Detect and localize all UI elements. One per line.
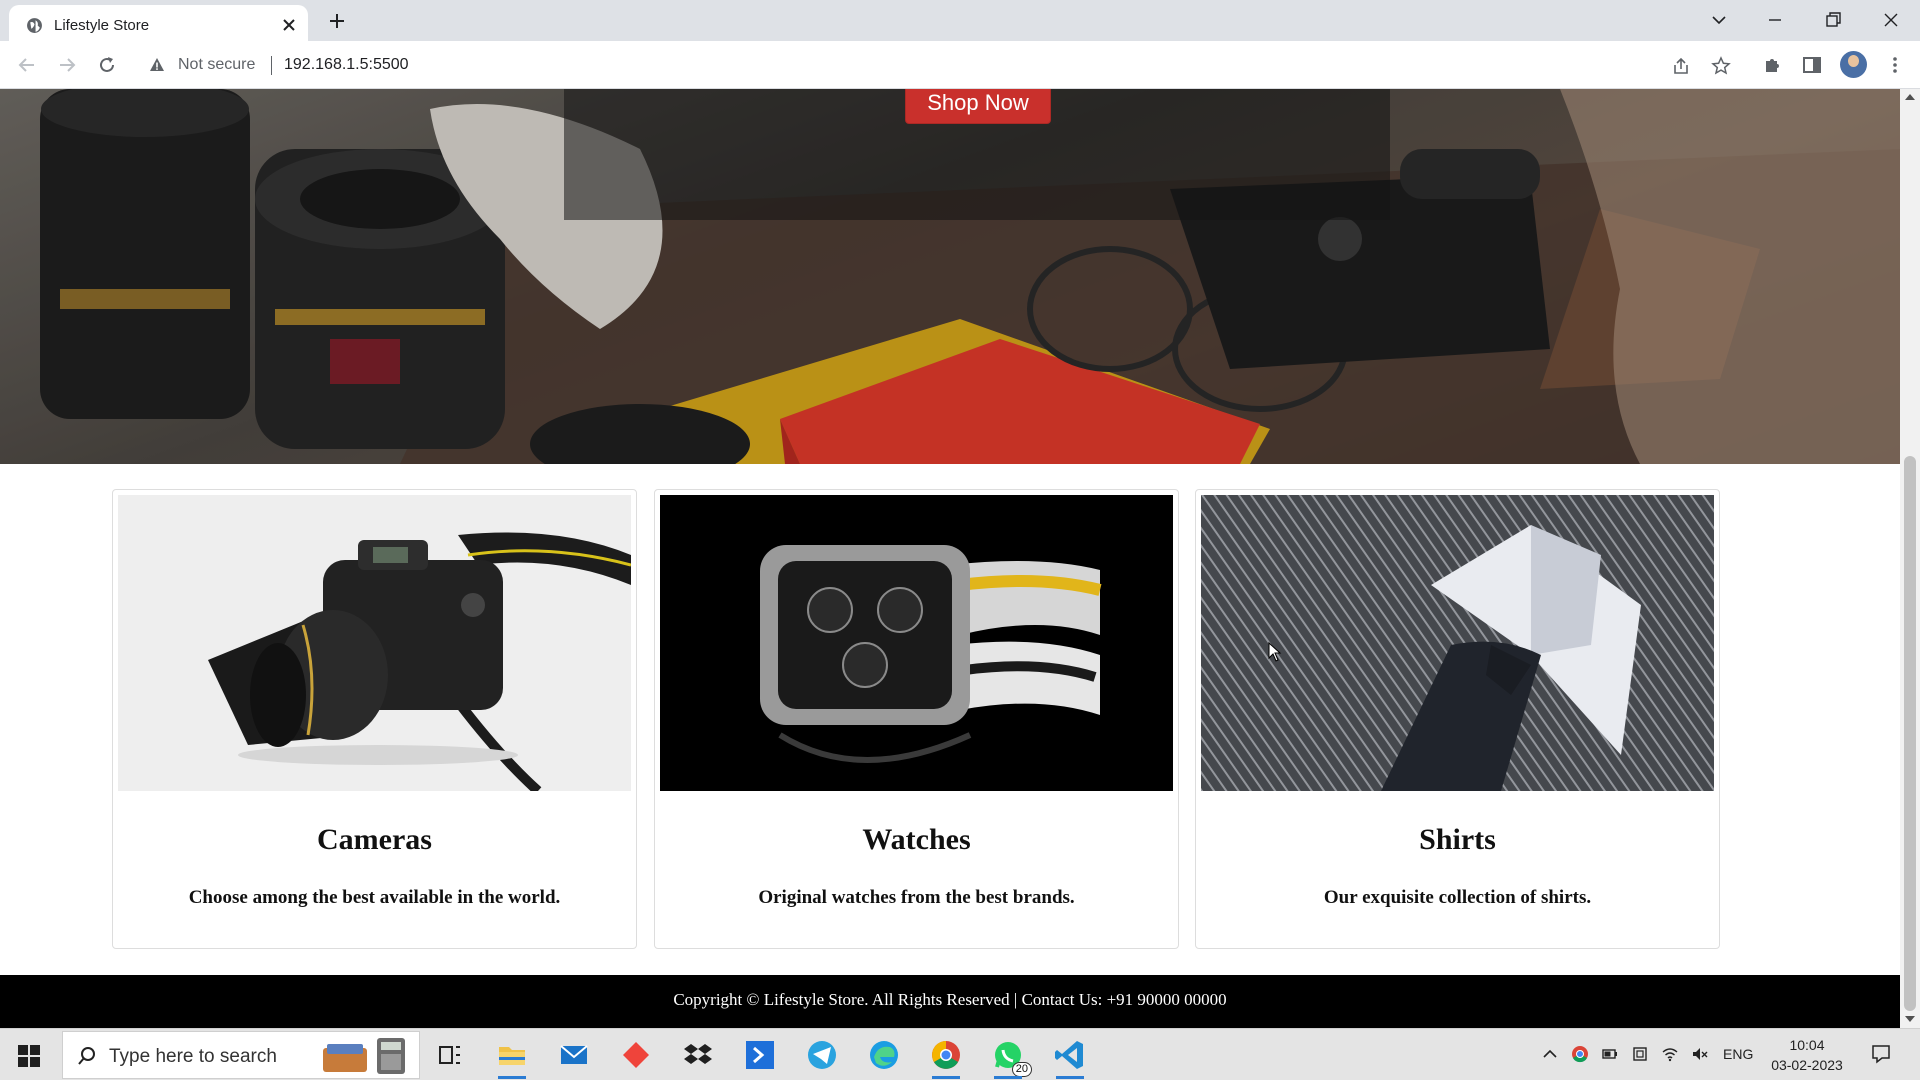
vscode-icon[interactable] [1052,1037,1088,1079]
powershell-icon[interactable] [742,1037,778,1073]
active-indicator [498,1076,526,1079]
tab-title: Lifestyle Store [54,17,150,34]
active-indicator [1056,1076,1084,1079]
telegram-icon[interactable] [804,1037,840,1073]
volume-muted-icon[interactable] [1691,1045,1709,1063]
page-scrollbar[interactable] [1900,89,1920,1028]
menu-kebab-icon[interactable] [1884,54,1906,76]
scroll-down-arrow-icon[interactable] [1905,1015,1915,1023]
battery-icon[interactable] [1601,1045,1619,1063]
card-description: Choose among the best available in the w… [188,887,561,908]
task-view-icon[interactable] [432,1037,468,1073]
tab-search-chevron-icon[interactable] [1708,9,1730,31]
chrome-tray-icon[interactable] [1571,1045,1589,1063]
language-indicator[interactable]: ENG [1723,1046,1753,1062]
clock-date: 03-02-2023 [1771,1057,1843,1073]
globe-icon [27,18,42,33]
warning-icon[interactable] [149,57,165,73]
scroll-up-arrow-icon[interactable] [1905,93,1915,101]
active-indicator [994,1076,1022,1079]
watch-image-icon [660,495,1173,791]
card-description: Original watches from the best brands. [758,887,1075,908]
notifications-icon[interactable] [1870,1043,1892,1065]
site-footer: Copyright © Lifestyle Store. All Rights … [0,975,1900,1028]
tab-strip: Lifestyle Store [0,0,1920,41]
edge-icon[interactable] [866,1037,902,1073]
footer-copyright: Copyright © Lifestyle Store. All Rights … [673,990,1227,1009]
card-title: Watches [862,823,971,856]
reload-icon[interactable] [96,54,118,76]
hero-overlay-box: Shop Now [564,89,1390,220]
side-panel-icon[interactable] [1801,54,1823,76]
active-indicator [932,1076,960,1079]
camera-image-icon [118,495,631,791]
card-description: Our exquisite collection of shirts. [1323,887,1592,908]
windows-start-icon[interactable] [17,1044,41,1068]
mail-icon[interactable] [556,1037,592,1073]
file-explorer-icon[interactable] [494,1037,530,1079]
restore-icon[interactable] [1822,9,1844,31]
windows-taskbar: Type here to search 20 ENG 10:04 03-02-2… [0,1028,1920,1080]
show-hidden-icons-chevron-icon[interactable] [1541,1045,1559,1063]
whatsapp-unread-badge: 20 [1011,1062,1032,1077]
search-highlight-illustration-icon [323,1038,405,1074]
bookmark-star-icon[interactable] [1711,56,1731,76]
camera-photo[interactable] [118,495,631,791]
browser-tab[interactable]: Lifestyle Store [9,5,308,41]
shop-now-button[interactable]: Shop Now [905,89,1051,124]
url-text[interactable]: 192.168.1.5:5500 [284,56,409,74]
close-window-icon[interactable] [1880,9,1902,31]
category-card-shirts[interactable]: Shirts Our exquisite collection of shirt… [1195,489,1720,949]
back-icon[interactable] [16,54,38,76]
category-cards: Cameras Choose among the best available … [112,489,1720,949]
category-card-cameras[interactable]: Cameras Choose among the best available … [112,489,637,949]
scrollbar-thumb[interactable] [1904,456,1916,1011]
close-tab-icon[interactable] [281,17,297,33]
browser-toolbar: Not secure 192.168.1.5:5500 [0,41,1920,89]
anydesk-icon[interactable] [618,1037,654,1073]
chrome-icon[interactable] [928,1037,964,1079]
watch-photo[interactable] [660,495,1173,791]
clock-time: 10:04 [1789,1037,1825,1053]
search-icon [78,1047,95,1065]
omnibox-divider [271,56,272,75]
mouse-cursor-icon [1268,642,1282,662]
wifi-icon[interactable] [1661,1045,1679,1063]
card-title: Cameras [317,823,432,856]
forward-icon[interactable] [56,54,78,76]
new-tab-icon[interactable] [327,11,347,31]
taskbar-search-box[interactable]: Type here to search [62,1031,420,1079]
search-placeholder: Type here to search [109,1046,277,1067]
extensions-puzzle-icon[interactable] [1761,54,1783,76]
profile-avatar[interactable] [1840,51,1867,78]
dropbox-icon[interactable] [680,1037,716,1073]
hero-banner: Shop Now [0,89,1900,464]
taskbar-clock[interactable]: 10:04 03-02-2023 [1761,1035,1853,1075]
security-label[interactable]: Not secure [178,56,255,74]
category-card-watches[interactable]: Watches Original watches from the best b… [654,489,1179,949]
whatsapp-icon[interactable]: 20 [990,1037,1032,1079]
meet-now-icon[interactable] [1631,1045,1649,1063]
card-title: Shirts [1419,823,1496,856]
address-bar[interactable]: Not secure 192.168.1.5:5500 [137,48,1774,82]
page-viewport: Shop Now Cameras Choose among the best a… [0,89,1900,1028]
minimize-icon[interactable] [1764,9,1786,31]
share-icon[interactable] [1671,56,1691,76]
